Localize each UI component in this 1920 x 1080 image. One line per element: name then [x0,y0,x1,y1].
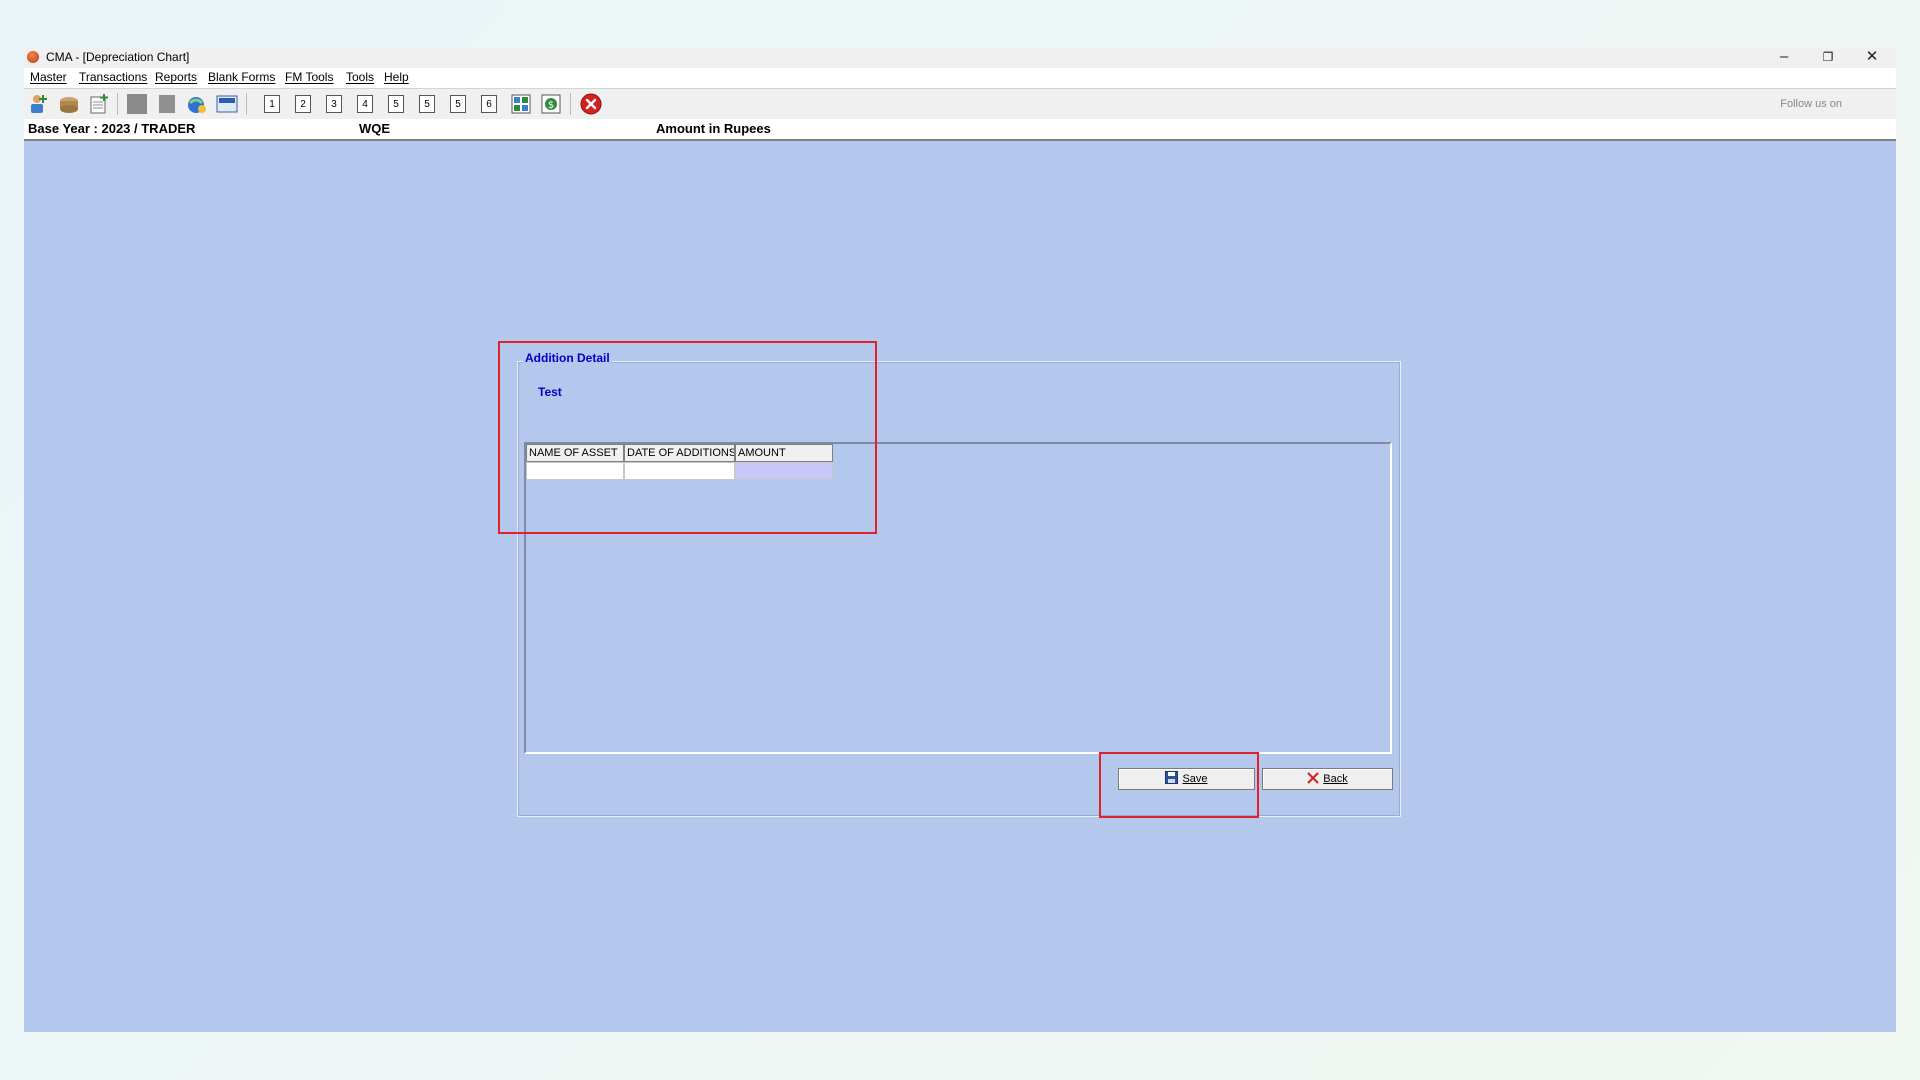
step-5a-button[interactable]: 5 [388,95,404,113]
minimize-button[interactable]: – [1762,46,1806,68]
window-title: CMA - [Depreciation Chart] [46,50,190,64]
workspace: Addition Detail Test NAME OF ASSET DATE … [24,141,1896,1032]
globe-icon[interactable] [186,93,208,115]
close-window-button[interactable]: ✕ [1850,46,1894,68]
menu-master[interactable]: Master [30,70,67,84]
save-button[interactable]: Save [1118,768,1255,790]
svg-text:$: $ [548,100,554,111]
menu-transactions[interactable]: Transactions [79,70,147,84]
menu-tools[interactable]: Tools [346,70,374,84]
step-4-button[interactable]: 4 [357,95,373,113]
cell-amount[interactable] [735,462,833,480]
package-icon[interactable] [58,93,80,115]
step-6-button[interactable]: 6 [481,95,497,113]
cell-date-of-additions[interactable] [624,462,735,480]
additions-grid[interactable] [524,442,1392,754]
add-user-icon[interactable] [28,93,50,115]
menu-blank-forms[interactable]: Blank Forms [208,70,275,84]
menu-reports[interactable]: Reports [155,70,197,84]
save-icon [1165,771,1179,787]
back-button[interactable]: Back [1262,768,1393,790]
entity-label: Test [538,385,562,399]
column-header-name-of-asset[interactable]: NAME OF ASSET [526,444,624,462]
step-5b-button[interactable]: 5 [419,95,435,113]
step-2-button[interactable]: 2 [295,95,311,113]
dollar-icon[interactable]: $ [540,93,562,115]
company-name-label: WQE [359,121,391,136]
follow-us-text: Follow us on [1780,98,1842,110]
amount-unit-label: Amount in Rupees [656,121,771,136]
menu-help[interactable]: Help [384,70,409,84]
app-window: CMA - [Depreciation Chart] – ❐ ✕ Master … [24,48,1896,1032]
close-icon [1307,771,1319,787]
column-header-amount[interactable]: AMOUNT [735,444,833,462]
cell-name-of-asset[interactable] [526,462,624,480]
step-5c-button[interactable]: 5 [450,95,466,113]
column-header-date-of-additions[interactable]: DATE OF ADDITIONS [624,444,735,462]
exit-icon[interactable] [580,93,602,115]
step-1-button[interactable]: 1 [264,95,280,113]
info-bar: Base Year : 2023 / TRADER WQE Amount in … [24,119,1896,141]
grid-report-icon[interactable] [510,93,532,115]
toolbar: 1 2 3 4 5 5 5 6 $ Follow us on [24,88,1896,119]
step-3-button[interactable]: 3 [326,95,342,113]
title-bar: CMA - [Depreciation Chart] – ❐ ✕ [24,48,1896,68]
base-year-label: Base Year : 2023 / TRADER [28,121,196,136]
gray-block-icon[interactable] [126,93,148,115]
menu-bar: Master Transactions Reports Blank Forms … [24,68,1896,87]
gray-block-small-icon[interactable] [156,93,178,115]
balance-sheet-icon[interactable] [216,93,238,115]
menu-fm-tools[interactable]: FM Tools [285,70,333,84]
save-button-label: Save [1182,773,1208,785]
toolbar-separator [246,93,247,115]
restore-button[interactable]: ❐ [1806,46,1850,68]
back-button-label: Back [1323,773,1348,785]
app-logo-icon [27,51,39,63]
panel-title: Addition Detail [523,351,612,365]
toolbar-separator [117,93,118,115]
new-document-icon[interactable] [88,93,110,115]
toolbar-separator [570,93,571,115]
